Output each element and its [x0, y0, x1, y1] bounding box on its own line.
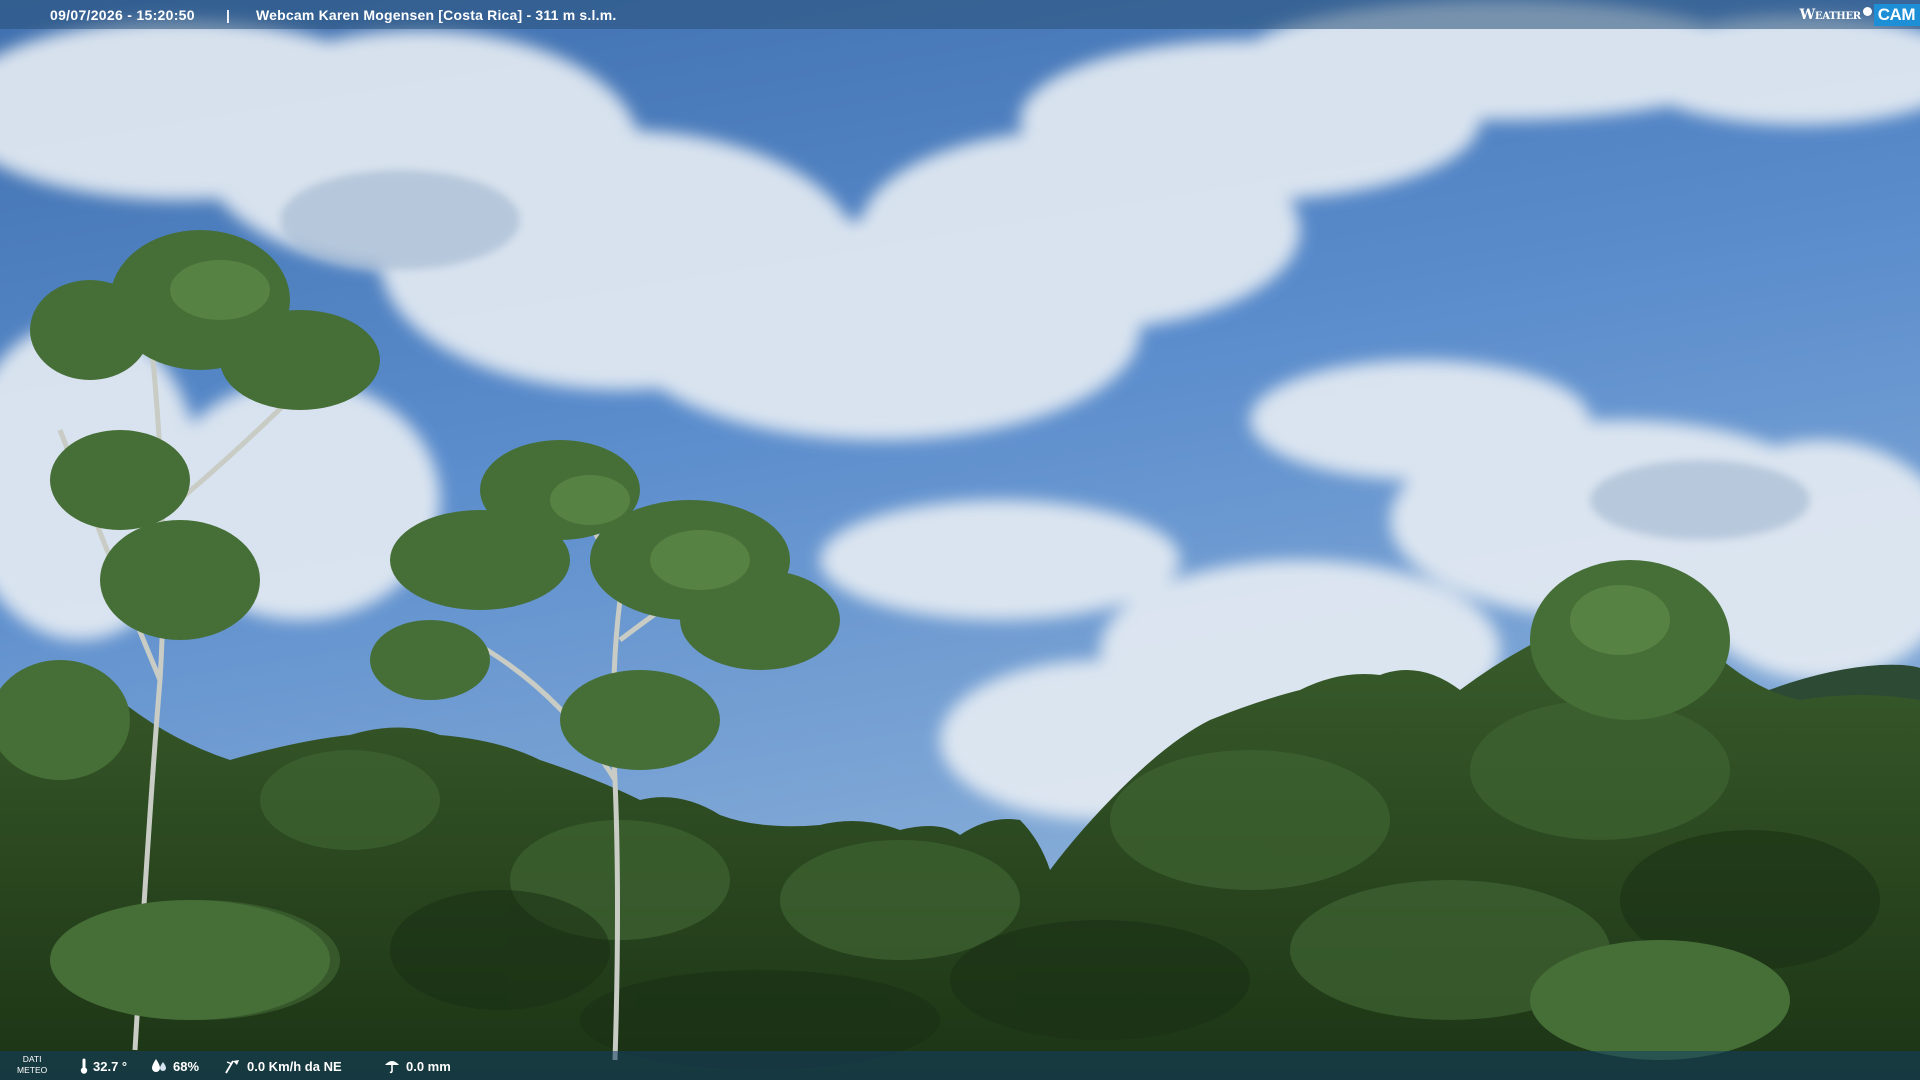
- weathercam-logo: Weather CAM: [1800, 2, 1920, 27]
- meteo-data-bar: DATI METEO 32.7 ° 68% 0.0 Km/h da NE 0.0…: [0, 1051, 1920, 1080]
- top-info-bar: 09/07/2026 - 15:20:50 | Webcam Karen Mog…: [0, 0, 1920, 29]
- wind-reading: 0.0 Km/h da NE: [224, 1058, 342, 1074]
- rain-reading: 0.0 mm: [383, 1058, 451, 1074]
- wind-vane-icon: [225, 1060, 239, 1074]
- logo-sun-icon: [1862, 7, 1872, 16]
- meteo-caption-line2: METEO: [17, 1065, 48, 1075]
- humidity-drop-icon: [152, 1059, 166, 1072]
- webcam-viewport: 09/07/2026 - 15:20:50 | Webcam Karen Mog…: [0, 0, 1920, 1080]
- logo-cam-text: CAM: [1873, 3, 1920, 26]
- wind-value: 0.0 Km/h da NE: [247, 1058, 342, 1074]
- title-separator: |: [226, 7, 230, 23]
- temperature-reading: 32.7 °: [80, 1058, 127, 1074]
- meteo-caption-line1: DATI: [22, 1054, 42, 1064]
- logo-weather-text: Weather: [1799, 6, 1862, 23]
- humidity-reading: 68%: [150, 1058, 199, 1074]
- webcam-image: [0, 0, 1920, 1080]
- temperature-value: 32.7 °: [93, 1058, 128, 1074]
- meteo-caption: DATI METEO: [17, 1054, 47, 1076]
- rain-gauge-icon: [385, 1061, 399, 1074]
- webcam-title: Webcam Karen Mogensen [Costa Rica] - 311…: [256, 7, 617, 23]
- humidity-value: 68%: [173, 1058, 200, 1074]
- capture-datetime: 09/07/2026 - 15:20:50: [50, 7, 195, 23]
- thermometer-icon: [80, 1058, 88, 1074]
- rain-value: 0.0 mm: [406, 1058, 451, 1074]
